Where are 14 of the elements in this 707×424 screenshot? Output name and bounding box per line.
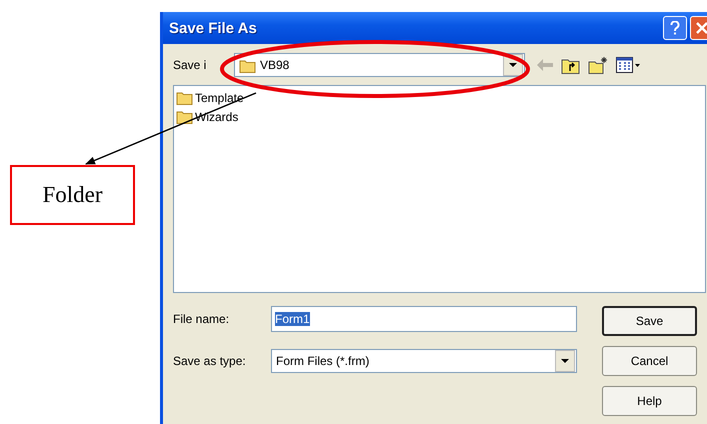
file-name-label: File name: [173,312,230,326]
save-in-dropdown[interactable]: VB98 [234,53,525,77]
folder-item[interactable]: Template [176,90,703,105]
dialog-button[interactable]: Cancel [602,346,697,376]
file-name-field[interactable]: Form1 [271,306,577,332]
annotation-label: Folder [10,165,135,225]
dialog-button[interactable]: Save [602,306,697,336]
save-as-type-label: Save as type: [173,354,247,368]
dialog-button[interactable]: Help [602,386,697,416]
folder-item[interactable]: Wizards [176,109,703,124]
window-title: Save File As [169,20,258,36]
folder-name: VB98 [260,58,290,72]
file-type-dropdown[interactable]: Form Files (*.frm) [271,349,577,373]
save-in-label: Save i [173,58,208,72]
